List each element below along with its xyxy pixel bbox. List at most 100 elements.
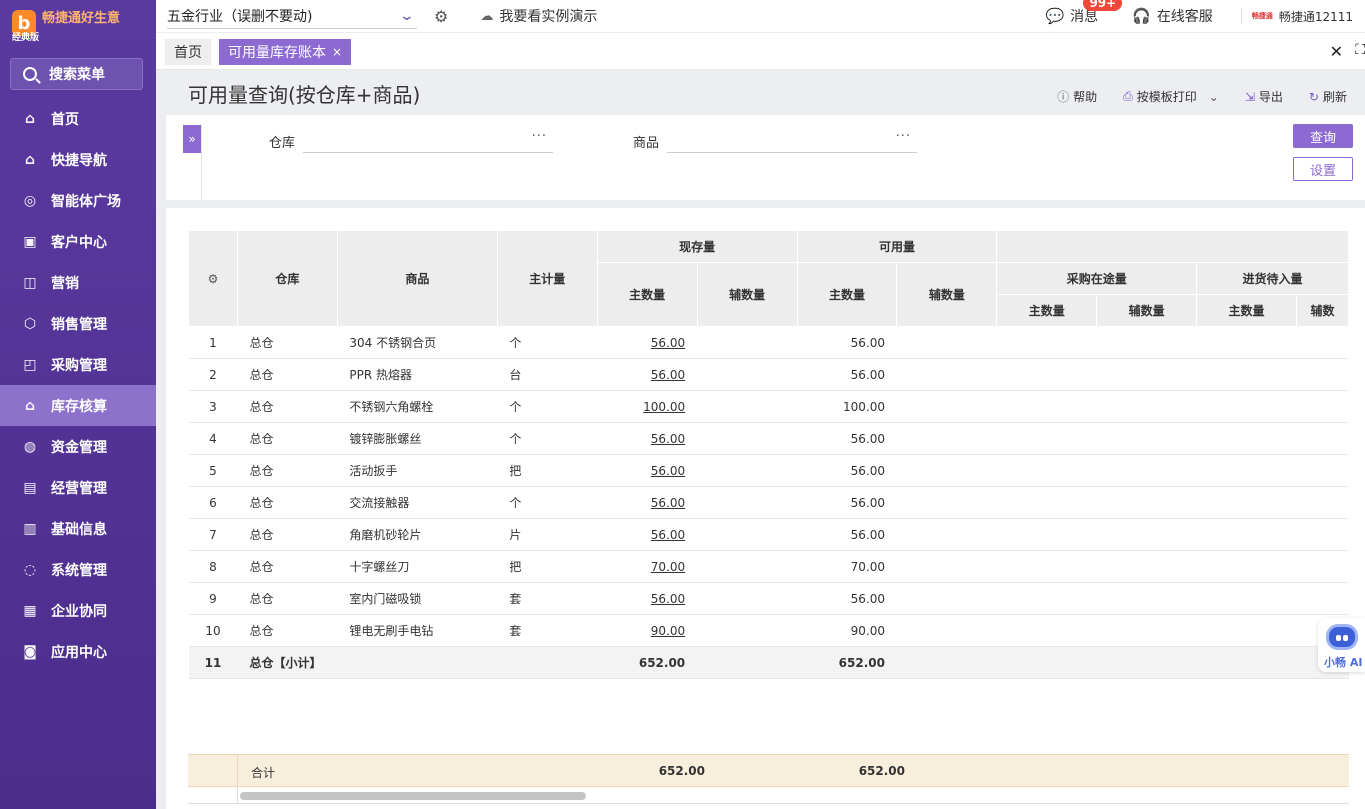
cell-empty	[1096, 454, 1197, 487]
sidebar-item-9[interactable]: ▤ 经营管理	[0, 467, 156, 508]
divider	[237, 788, 238, 804]
column-settings-header[interactable]: ⚙	[188, 230, 238, 327]
product-input[interactable]: ···	[667, 125, 917, 153]
sidebar-item-12[interactable]: ▦ 企业协同	[0, 590, 156, 631]
cell-empty	[996, 326, 1097, 359]
scrollbar-thumb[interactable]	[240, 792, 586, 800]
sidebar-item-2[interactable]: ◎ 智能体广场	[0, 180, 156, 221]
cell-on-hand-main-link[interactable]: 56.00	[651, 528, 685, 542]
cell-on-hand-main-link[interactable]: 56.00	[651, 368, 685, 382]
table-row[interactable]: 3 总仓 不锈钢六角螺栓个 100.00 100.00	[188, 390, 1349, 423]
col-warehouse[interactable]: 仓库	[236, 230, 338, 327]
col-pending-aux[interactable]: 辅数	[1295, 294, 1349, 327]
sidebar-item-5[interactable]: ⬡ 销售管理	[0, 303, 156, 344]
help-button[interactable]: ⓘ 帮助	[1057, 88, 1097, 105]
sidebar-item-10[interactable]: ▥ 基础信息	[0, 508, 156, 549]
demo-link[interactable]: ☁ 我要看实例演示	[480, 6, 597, 26]
cell-warehouse: 总仓	[237, 518, 338, 551]
col-on-hand-main[interactable]: 主数量	[596, 262, 698, 327]
gear-icon[interactable]: ⚙	[208, 272, 219, 286]
document-icon: ▦	[23, 602, 37, 619]
table-row[interactable]: 8 总仓 十字螺丝刀把 70.00 70.00	[188, 550, 1349, 583]
export-button[interactable]: ⇲ 导出	[1245, 88, 1283, 105]
row-number: 4	[188, 422, 238, 455]
app-center-icon: ◙	[23, 643, 37, 660]
cell-on-hand-main-link[interactable]: 70.00	[651, 560, 685, 574]
messages-button[interactable]: 💬 消息 99+	[1045, 0, 1123, 26]
table-row[interactable]: 4 总仓 镀锌膨胀螺丝个 56.00 56.00	[188, 422, 1349, 455]
row-number: 11	[188, 646, 238, 679]
col-on-hand-aux[interactable]: 辅数量	[696, 262, 798, 327]
warehouse-label: 仓库	[269, 136, 296, 151]
cell-available-main: 56.00	[797, 422, 897, 455]
sidebar: b 畅捷通好生意 经典版 搜索菜单 ⌂ 首页 ⌂ 快捷导航 ◎ 智能体广场 ▣ 客户中心 ◫ 营销…	[0, 0, 156, 809]
table-row[interactable]: 1 总仓 304 不锈钢合页个 56.00 56.00	[188, 326, 1349, 359]
product-label: 商品	[633, 136, 660, 151]
app-logo[interactable]: b 畅捷通好生意 经典版	[0, 0, 156, 46]
sidebar-item-1[interactable]: ⌂ 快捷导航	[0, 139, 156, 180]
account-logo: 畅捷通	[1251, 12, 1273, 20]
refresh-button[interactable]: ↻ 刷新	[1309, 88, 1347, 105]
industry-select[interactable]: 五金行业（误删不要动) ⌄	[167, 3, 417, 29]
cell-on-hand-aux	[697, 454, 798, 487]
cell-on-hand-main-link[interactable]: 56.00	[651, 592, 685, 606]
close-all-tabs-icon[interactable]: ✕	[1330, 42, 1343, 61]
sidebar-item-4[interactable]: ◫ 营销	[0, 262, 156, 303]
expand-icon[interactable]: »	[183, 125, 201, 153]
gear-icon[interactable]: ⚙	[434, 7, 448, 26]
tab-home[interactable]: 首页	[165, 39, 211, 65]
cell-on-hand-main: 56.00	[597, 454, 698, 487]
table-row[interactable]: 10 总仓 锂电无刷手电钻套 90.00 90.00	[188, 614, 1349, 647]
sidebar-item-label: 系统管理	[51, 562, 107, 579]
col-unit[interactable]: 主计量	[496, 230, 598, 327]
sidebar-item-7[interactable]: ⌂ 库存核算	[0, 385, 156, 426]
cell-on-hand-main-link[interactable]: 56.00	[651, 496, 685, 510]
settings-button[interactable]: 设置	[1293, 157, 1353, 181]
cell-empty	[996, 582, 1097, 615]
menu-search-button[interactable]: 搜索菜单	[10, 58, 143, 90]
query-button[interactable]: 查询	[1293, 124, 1353, 148]
sidebar-item-8[interactable]: ◍ 资金管理	[0, 426, 156, 467]
more-icon[interactable]: ···	[532, 129, 547, 144]
table-row[interactable]: 6 总仓 交流接触器个 56.00 56.00	[188, 486, 1349, 519]
col-pending-main[interactable]: 主数量	[1196, 294, 1297, 327]
cell-unit: 片	[497, 518, 598, 551]
cell-on-hand-main-link[interactable]: 56.00	[651, 464, 685, 478]
close-icon[interactable]: ×	[332, 45, 342, 59]
fullscreen-icon[interactable]: ⛶	[1355, 42, 1365, 58]
cell-unit: 把	[497, 454, 598, 487]
table-row[interactable]: 7 总仓 角磨机砂轮片片 56.00 56.00	[188, 518, 1349, 551]
sidebar-item-6[interactable]: ◰ 采购管理	[0, 344, 156, 385]
table-row[interactable]: 5 总仓 活动扳手把 56.00 56.00	[188, 454, 1349, 487]
col-in-transit-aux[interactable]: 辅数量	[1096, 294, 1198, 327]
cell-on-hand-main-link[interactable]: 56.00	[651, 336, 685, 350]
cell-on-hand-main-link[interactable]: 56.00	[651, 432, 685, 446]
table-row[interactable]: 9 总仓 室内门磁吸锁套 56.00 56.00	[188, 582, 1349, 615]
cell-on-hand-main-link[interactable]: 90.00	[651, 624, 685, 638]
print-button[interactable]: ⎙ 按模板打印 ⌄	[1123, 88, 1219, 105]
tab-inventory-ledger[interactable]: 可用量库存账本 ×	[219, 39, 352, 65]
table-row[interactable]: 2 总仓 PPR 热熔器台 56.00 56.00	[188, 358, 1349, 391]
col-product[interactable]: 商品	[336, 230, 498, 327]
warehouse-input[interactable]: ···	[303, 125, 553, 153]
sidebar-item-11[interactable]: ◌ 系统管理	[0, 549, 156, 590]
online-service-button[interactable]: 🎧 在线客服	[1132, 6, 1213, 26]
horizontal-scrollbar[interactable]	[188, 788, 1349, 804]
account-menu[interactable]: 畅捷通 畅捷通12111	[1252, 8, 1353, 25]
chevron-down-icon[interactable]: ⌄	[1209, 90, 1219, 104]
cell-on-hand-aux	[697, 358, 798, 391]
col-in-transit-main[interactable]: 主数量	[996, 294, 1098, 327]
cell-on-hand-main: 56.00	[597, 358, 698, 391]
cell-empty	[1296, 422, 1349, 455]
ai-assistant-button[interactable]: 小畅 AI	[1318, 618, 1365, 672]
col-available-aux[interactable]: 辅数量	[896, 262, 998, 327]
home-icon: ⌂	[24, 110, 36, 127]
sidebar-item-13[interactable]: ◙ 应用中心	[0, 631, 156, 672]
sidebar-item-0[interactable]: ⌂ 首页	[0, 98, 156, 139]
sidebar-item-3[interactable]: ▣ 客户中心	[0, 221, 156, 262]
col-available-main[interactable]: 主数量	[796, 262, 898, 327]
cell-on-hand-main-link[interactable]: 100.00	[643, 400, 685, 414]
subtotal-row[interactable]: 11 总仓【小计】 652.00 652.00	[188, 646, 1349, 679]
robot-icon	[1326, 624, 1358, 650]
more-icon[interactable]: ···	[896, 129, 911, 144]
